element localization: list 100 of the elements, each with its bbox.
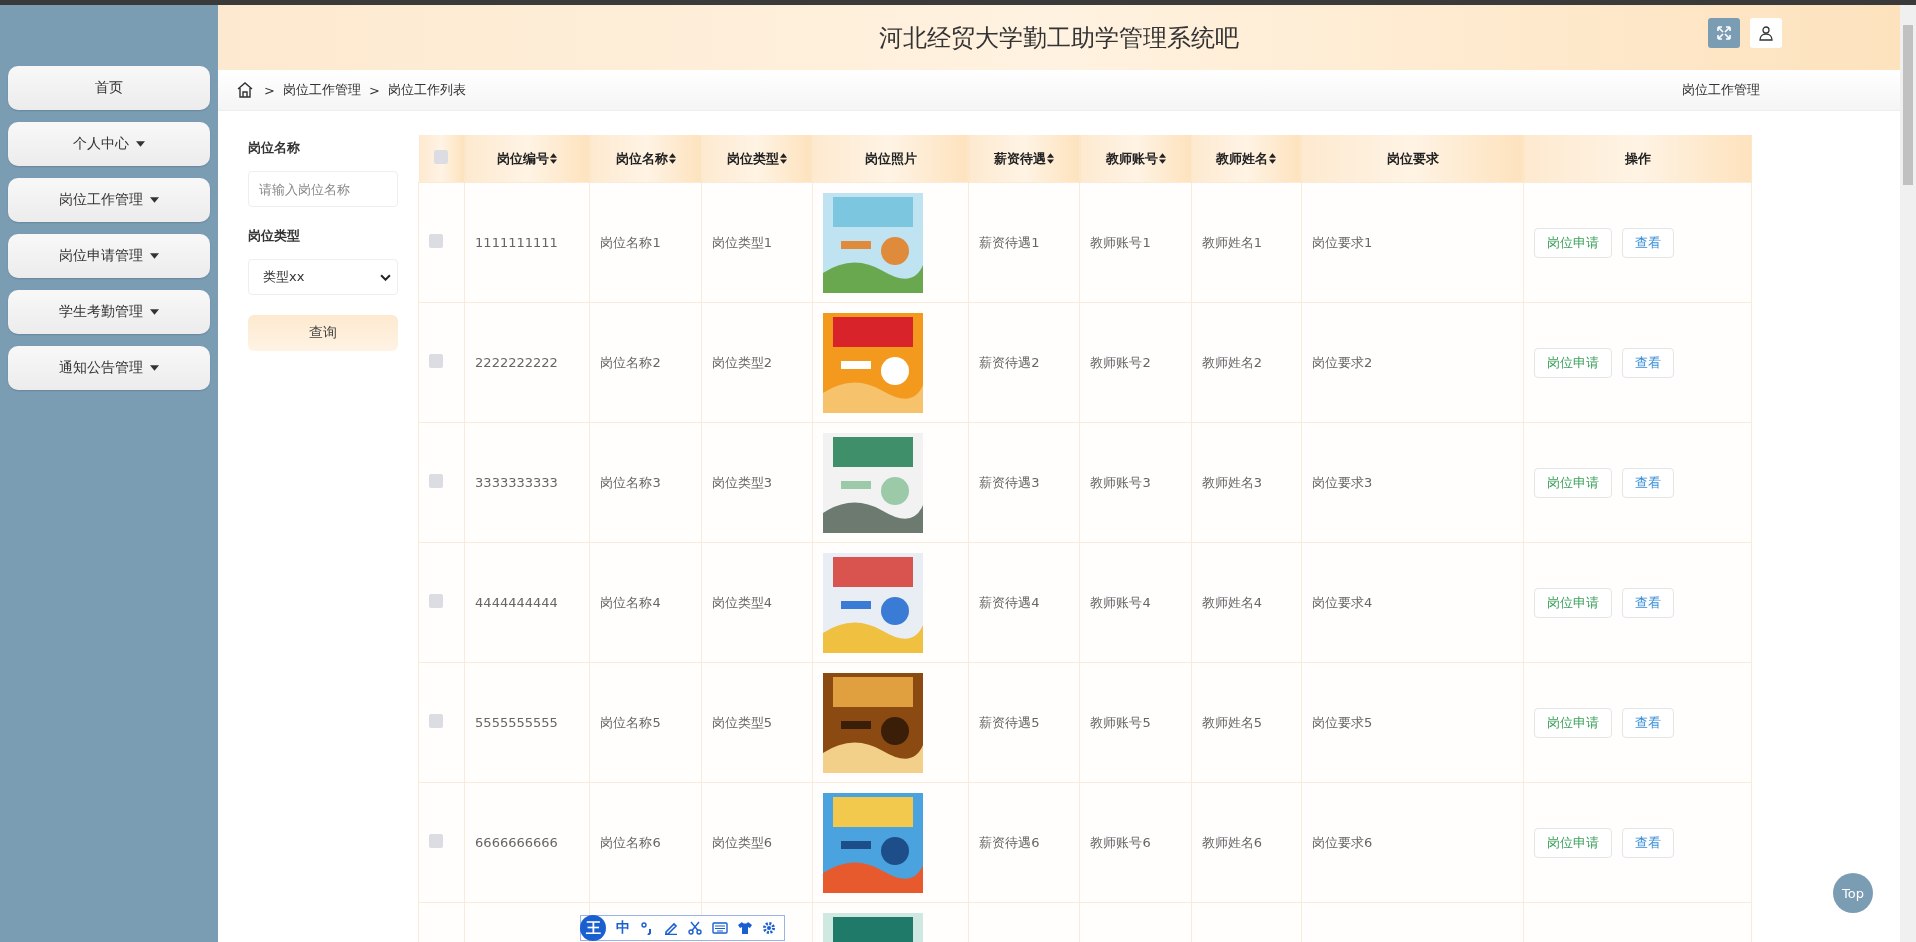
- view-button[interactable]: 查看: [1622, 227, 1675, 258]
- type-select[interactable]: 类型xx: [248, 259, 398, 295]
- page-title: 岗位工作管理: [1682, 81, 1760, 99]
- table-cell: 岗位类型2: [701, 302, 813, 423]
- table-cell: 薪资待遇2: [968, 302, 1080, 423]
- table-cell: 岗位名称3: [589, 422, 702, 543]
- table-cell: 教师账号4: [1079, 542, 1192, 663]
- row-checkbox[interactable]: [429, 834, 443, 848]
- shirt-icon[interactable]: [738, 921, 752, 935]
- apply-button[interactable]: 岗位申请: [1534, 827, 1613, 858]
- table-cell: 岗位类型3: [701, 422, 813, 543]
- column-header[interactable]: 岗位编号: [464, 135, 590, 183]
- apply-button[interactable]: 岗位申请: [1534, 347, 1613, 378]
- table-cell: 薪资待遇5: [968, 662, 1080, 783]
- row-checkbox[interactable]: [429, 354, 443, 368]
- ime-logo[interactable]: 王: [580, 915, 606, 941]
- breadcrumb-link[interactable]: 岗位工作列表: [387, 81, 466, 99]
- row-checkbox[interactable]: [429, 234, 443, 248]
- table-cell: 薪资待遇3: [968, 422, 1080, 543]
- table-cell: 薪资待遇4: [968, 542, 1080, 663]
- scissors-icon[interactable]: [688, 921, 702, 935]
- view-button[interactable]: 查看: [1622, 467, 1675, 498]
- column-header[interactable]: 教师账号: [1079, 135, 1192, 183]
- table-cell: 岗位名称2: [589, 302, 702, 423]
- ime-mode[interactable]: 中: [616, 919, 630, 937]
- table-cell: 薪资待遇6: [968, 782, 1080, 903]
- row-checkbox[interactable]: [429, 594, 443, 608]
- breadcrumb-separator: >: [368, 82, 380, 98]
- breadcrumb-separator: >: [264, 82, 275, 98]
- row-checkbox[interactable]: [429, 714, 443, 728]
- column-header: 岗位照片: [812, 135, 969, 183]
- view-button[interactable]: 查看: [1622, 827, 1675, 858]
- table-cell: 教师姓名2: [1191, 302, 1302, 423]
- user-icon: [1758, 25, 1774, 41]
- apply-button[interactable]: 岗位申请: [1534, 227, 1613, 258]
- column-header[interactable]: 岗位类型: [701, 135, 813, 183]
- punctuation-icon[interactable]: [640, 921, 654, 935]
- table-cell: 岗位要求6: [1301, 782, 1524, 903]
- table-cell: 4444444444: [464, 542, 590, 663]
- keyboard-icon[interactable]: [712, 922, 728, 934]
- view-button[interactable]: 查看: [1622, 587, 1675, 618]
- nav-item[interactable]: 通知公告管理: [8, 346, 210, 390]
- home-icon[interactable]: [236, 81, 254, 99]
- column-header[interactable]: 岗位名称: [589, 135, 702, 183]
- filter-label: 岗位名称: [248, 139, 301, 157]
- apply-button[interactable]: 岗位申请: [1534, 467, 1613, 498]
- fullscreen-button[interactable]: [1708, 18, 1740, 48]
- table-cell: 5555555555: [464, 662, 590, 783]
- table-cell: 教师姓名6: [1191, 782, 1302, 903]
- nav-item[interactable]: 学生考勤管理: [8, 290, 210, 334]
- table-cell: 教师账号2: [1079, 302, 1192, 423]
- view-button[interactable]: 查看: [1622, 707, 1675, 738]
- table-cell: 岗位名称1: [589, 182, 702, 303]
- user-button[interactable]: [1750, 18, 1782, 48]
- column-header[interactable]: 薪资待遇: [968, 135, 1080, 183]
- column-header: 岗位要求: [1301, 135, 1524, 183]
- nav-item[interactable]: 首页: [8, 66, 210, 110]
- table-cell: 教师姓名3: [1191, 422, 1302, 543]
- breadcrumb-link[interactable]: 岗位工作管理: [282, 81, 361, 99]
- chevron-icon: [380, 273, 391, 281]
- table-cell: 岗位要求5: [1301, 662, 1524, 783]
- nav-item[interactable]: 个人中心: [8, 122, 210, 166]
- nav-item[interactable]: 岗位申请管理: [8, 234, 210, 278]
- apply-button[interactable]: 岗位申请: [1534, 707, 1613, 738]
- table-cell: 教师账号5: [1079, 662, 1192, 783]
- table-cell: 教师账号1: [1079, 182, 1192, 303]
- view-button[interactable]: 查看: [1622, 347, 1675, 378]
- system-title: 河北经贸大学勤工助学管理系统吧: [879, 22, 1239, 54]
- table-cell: 岗位要求1: [1301, 182, 1524, 303]
- table-cell: 岗位类型4: [701, 542, 813, 663]
- table-cell: 岗位类型1: [701, 182, 813, 303]
- column-header: 操作: [1523, 135, 1752, 183]
- column-header[interactable]: 教师姓名: [1191, 135, 1302, 183]
- table-cell: 岗位名称5: [589, 662, 702, 783]
- table-cell: 岗位类型5: [701, 662, 813, 783]
- table-cell: 教师账号6: [1079, 782, 1192, 903]
- table-cell: 岗位要求2: [1301, 302, 1524, 423]
- table-cell: 教师姓名1: [1191, 182, 1302, 303]
- table-cell: 岗位名称6: [589, 782, 702, 903]
- table-cell: 6666666666: [464, 782, 590, 903]
- filter-label: 岗位类型: [248, 227, 301, 245]
- table-cell: 2222222222: [464, 302, 590, 423]
- nav-item[interactable]: 岗位工作管理: [8, 178, 210, 222]
- table-cell: 岗位类型6: [701, 782, 813, 903]
- row-checkbox[interactable]: [429, 474, 443, 488]
- table-cell: 教师账号3: [1079, 422, 1192, 543]
- pencil-icon[interactable]: [664, 921, 678, 935]
- table-cell: 教师姓名4: [1191, 542, 1302, 663]
- table-cell: 岗位要求3: [1301, 422, 1524, 543]
- name-input-field[interactable]: 请输入岗位名称: [248, 171, 398, 207]
- apply-button[interactable]: 岗位申请: [1534, 587, 1613, 618]
- table-cell: 岗位要求4: [1301, 542, 1524, 663]
- expand-icon: [1716, 25, 1732, 41]
- table-cell: 教师姓名5: [1191, 662, 1302, 783]
- settings-icon[interactable]: [762, 921, 776, 935]
- table-cell: 薪资待遇1: [968, 182, 1080, 303]
- search-button[interactable]: 查询: [248, 315, 398, 351]
- table-cell: 3333333333: [464, 422, 590, 543]
- select-all-checkbox[interactable]: [434, 150, 449, 164]
- table-cell: 1111111111: [464, 182, 590, 303]
